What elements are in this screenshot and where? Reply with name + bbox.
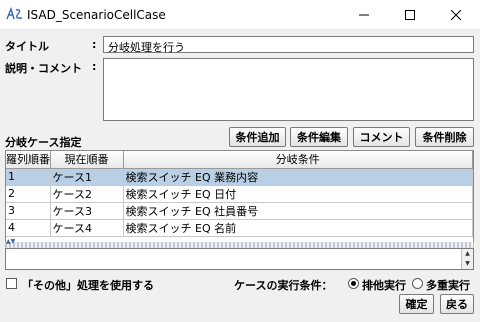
cell-current: ケース2 xyxy=(50,185,124,203)
close-button[interactable] xyxy=(433,0,479,30)
minimize-icon xyxy=(359,14,369,16)
title-label: タイトル xyxy=(5,40,49,53)
exclusive-label: 排他実行 xyxy=(362,279,406,292)
dialog-content: タイトル : 分岐処理を行う 説明・コメント : 分岐ケース指定 条件追加 条件… xyxy=(0,30,480,322)
exclusive-radio[interactable] xyxy=(348,278,359,289)
use-other-label: 「その他」処理を使用する xyxy=(22,279,154,292)
cell-current: ケース4 xyxy=(50,219,124,237)
comment-colon: : xyxy=(92,60,97,73)
title-colon: : xyxy=(92,38,97,51)
app-icon xyxy=(6,7,23,20)
cell-current: ケース3 xyxy=(50,202,124,220)
close-icon xyxy=(451,10,461,20)
minimize-button[interactable] xyxy=(341,0,387,30)
confirm-button[interactable]: 確定 xyxy=(399,294,434,314)
cell-order: 1 xyxy=(6,168,51,186)
cell-order: 3 xyxy=(6,202,51,220)
split-arrows-icon[interactable]: ▲▼ xyxy=(6,239,15,245)
case-table[interactable]: 羅列順番 現在順番 分岐条件 1 ケース1 検索スイッチ EQ 業務内容 2 ケ… xyxy=(5,150,474,243)
branch-section-label: 分岐ケース指定 xyxy=(5,136,82,149)
edit-condition-button[interactable]: 条件編集 xyxy=(290,127,348,147)
comment-textarea[interactable] xyxy=(103,58,474,121)
window-title: ISAD_ScenarioCellCase xyxy=(27,8,166,22)
maximize-button[interactable] xyxy=(387,0,433,30)
column-header-current[interactable]: 現在順番 xyxy=(50,151,124,169)
maximize-icon xyxy=(405,10,415,20)
cell-order: 2 xyxy=(6,185,51,203)
delete-condition-button[interactable]: 条件削除 xyxy=(415,127,474,147)
title-input[interactable]: 分岐処理を行う xyxy=(103,36,474,54)
cell-current: ケース1 xyxy=(50,168,124,186)
cell-condition: 検索スイッチ EQ 名前 xyxy=(123,219,473,237)
multi-radio[interactable] xyxy=(412,278,423,289)
vertical-scrollbar[interactable]: ▲ ▼ xyxy=(461,249,473,269)
table-header-row: 羅列順番 現在順番 分岐条件 xyxy=(6,151,473,169)
title-bar: ISAD_ScenarioCellCase xyxy=(0,0,480,30)
comment-display-area[interactable]: ▲ ▼ xyxy=(5,248,474,270)
cell-condition: 検索スイッチ EQ 日付 xyxy=(123,185,473,203)
table-row[interactable]: 1 ケース1 検索スイッチ EQ 業務内容 xyxy=(6,168,473,186)
back-button[interactable]: 戻る xyxy=(440,294,474,314)
exec-condition-label: ケースの実行条件： xyxy=(234,279,333,292)
table-row[interactable]: 3 ケース3 検索スイッチ EQ 社員番号 xyxy=(6,202,473,220)
cell-condition: 検索スイッチ EQ 業務内容 xyxy=(123,168,473,186)
add-condition-button[interactable]: 条件追加 xyxy=(229,127,286,147)
cell-order: 4 xyxy=(6,219,51,237)
use-other-checkbox[interactable] xyxy=(6,278,17,289)
cell-condition: 検索スイッチ EQ 社員番号 xyxy=(123,202,473,220)
comment-label: 説明・コメント xyxy=(5,62,82,75)
multi-label: 多重実行 xyxy=(426,279,470,292)
table-row[interactable]: 4 ケース4 検索スイッチ EQ 名前 xyxy=(6,219,473,237)
comment-button[interactable]: コメント xyxy=(353,127,410,147)
table-row[interactable]: 2 ケース2 検索スイッチ EQ 日付 xyxy=(6,185,473,203)
column-header-order[interactable]: 羅列順番 xyxy=(6,151,51,169)
column-header-condition[interactable]: 分岐条件 xyxy=(123,151,473,169)
